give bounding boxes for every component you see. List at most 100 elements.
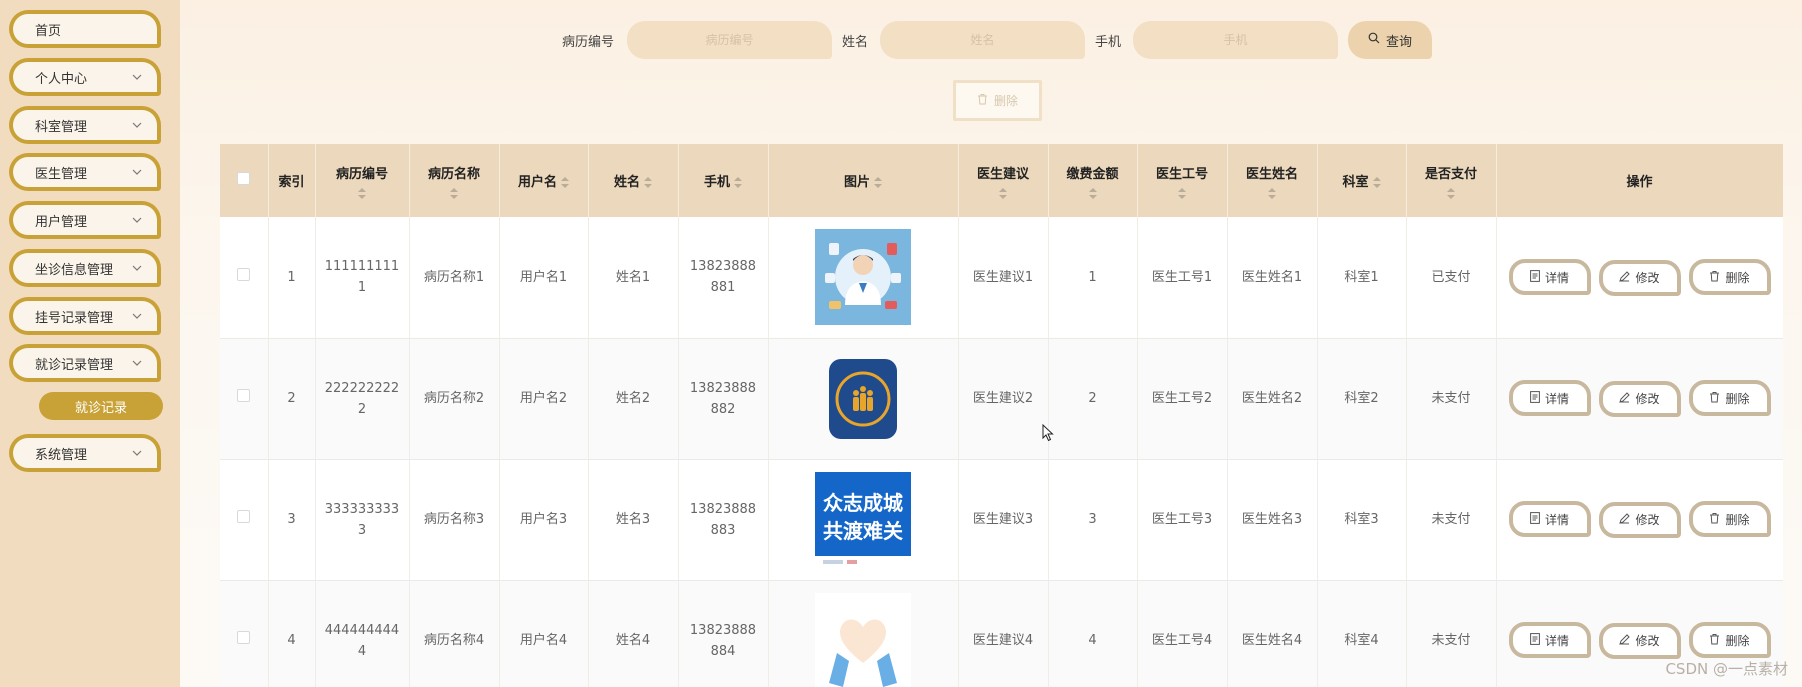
sort-icon[interactable] xyxy=(561,177,569,188)
header-record-no[interactable]: 病历编号 xyxy=(315,144,410,217)
menu-item-label: 挂号记录管理 xyxy=(35,310,114,326)
menu-item-visit-record-management[interactable]: 就诊记录管理 xyxy=(9,344,161,382)
row-checkbox[interactable] xyxy=(237,510,251,523)
edit-button[interactable]: 修改 xyxy=(1598,380,1681,417)
sidebar: 首页 个人中心 科室管理 医生管理 用户管理 坐诊信息管理 挂号记录管理 就诊记… xyxy=(0,0,180,687)
doctor-id-cell: 医生工号3 xyxy=(1137,459,1228,581)
menu-item-department-management[interactable]: 科室管理 xyxy=(9,106,161,144)
edit-button[interactable]: 修改 xyxy=(1598,622,1681,659)
advice-cell: 医生建议2 xyxy=(958,338,1049,460)
doctor-name-cell: 医生姓名3 xyxy=(1227,459,1318,581)
sort-icon[interactable] xyxy=(1088,187,1097,199)
sort-icon[interactable] xyxy=(644,177,652,188)
name-input[interactable] xyxy=(880,21,1085,59)
phone-line: 13823888 xyxy=(689,622,757,638)
chevron-down-icon xyxy=(131,310,143,322)
header-record-name[interactable]: 病历名称 xyxy=(409,144,500,217)
phone-input[interactable] xyxy=(1133,21,1338,59)
phone-line: 881 xyxy=(710,280,736,296)
select-cell[interactable] xyxy=(220,217,269,339)
sort-icon[interactable] xyxy=(1372,177,1381,188)
actions-cell: 详情 修改 删除 xyxy=(1496,217,1783,339)
sort-icon[interactable] xyxy=(1178,187,1186,199)
pencil-icon xyxy=(1619,634,1631,648)
sort-icon[interactable] xyxy=(450,187,458,199)
header-advice[interactable]: 医生建议 xyxy=(958,144,1049,217)
advice-cell: 医生建议1 xyxy=(958,217,1049,339)
watermark-text: CSDN @一点素材 xyxy=(1665,660,1788,678)
heart-hands-image[interactable] xyxy=(815,592,911,687)
header-doctor-id[interactable]: 医生工号 xyxy=(1137,144,1228,217)
edit-label: 修改 xyxy=(1635,513,1660,528)
menu-item-home[interactable]: 首页 xyxy=(9,10,161,48)
header-department[interactable]: 科室 xyxy=(1317,144,1407,217)
menu-item-doctor-management[interactable]: 医生管理 xyxy=(9,153,161,191)
select-cell[interactable] xyxy=(220,338,269,460)
image-cell xyxy=(768,580,959,687)
delete-button[interactable]: 删除 xyxy=(1688,622,1771,659)
paid-status-cell: 未支付 xyxy=(1406,459,1497,581)
menu-item-label: 个人中心 xyxy=(35,71,88,87)
header-name[interactable]: 姓名 xyxy=(588,144,679,217)
edit-label: 修改 xyxy=(1635,392,1660,407)
menu-item-system-management[interactable]: 系统管理 xyxy=(9,434,161,472)
delete-button[interactable]: 删除 xyxy=(1688,501,1771,538)
detail-button[interactable]: 详情 xyxy=(1508,259,1591,295)
doctor-illustration-image[interactable] xyxy=(815,229,911,326)
row-checkbox[interactable] xyxy=(237,631,251,644)
menu-item-registration-record-management[interactable]: 挂号记录管理 xyxy=(9,297,161,335)
delete-button[interactable]: 删除 xyxy=(1688,380,1771,417)
sort-icon[interactable] xyxy=(358,187,366,199)
select-cell[interactable] xyxy=(220,459,269,581)
chevron-down-icon xyxy=(131,71,143,83)
menu-item-label: 首页 xyxy=(35,23,62,39)
select-all-cell[interactable] xyxy=(220,144,269,217)
actions-cell: 详情 修改 删除 xyxy=(1496,459,1783,581)
pencil-icon xyxy=(1619,270,1631,285)
menu-item-clinic-schedule-management[interactable]: 坐诊信息管理 xyxy=(9,249,161,287)
detail-button[interactable]: 详情 xyxy=(1508,622,1591,659)
delete-label: 删除 xyxy=(1725,270,1750,285)
amount-cell: 2 xyxy=(1048,338,1138,460)
query-button[interactable]: 查询 xyxy=(1348,21,1432,59)
header-image[interactable]: 图片 xyxy=(768,144,959,217)
detail-button[interactable]: 详情 xyxy=(1508,380,1591,417)
sub-item-visit-records[interactable]: 就诊记录 xyxy=(39,392,163,420)
menu-item-personal-center[interactable]: 个人中心 xyxy=(9,58,161,96)
header-amount[interactable]: 缴费金额 xyxy=(1048,144,1138,217)
edit-button[interactable]: 修改 xyxy=(1598,501,1681,538)
medical-team-app-image[interactable] xyxy=(815,351,911,447)
name-cell: 姓名3 xyxy=(588,459,679,581)
menu-item-user-management[interactable]: 用户管理 xyxy=(9,201,161,239)
bulk-delete-button[interactable]: 删除 xyxy=(953,80,1042,121)
sort-icon[interactable] xyxy=(734,177,742,188)
header-doctor-name[interactable]: 医生姓名 xyxy=(1227,144,1318,217)
record-name-cell: 病历名称4 xyxy=(409,580,500,687)
edit-button[interactable]: 修改 xyxy=(1598,259,1681,296)
sort-icon[interactable] xyxy=(1268,187,1276,199)
row-checkbox[interactable] xyxy=(237,267,251,281)
detail-label: 详情 xyxy=(1544,270,1569,285)
department-cell: 科室1 xyxy=(1317,217,1407,339)
row-checkbox[interactable] xyxy=(237,389,251,402)
doctor-name-cell: 医生姓名4 xyxy=(1227,580,1318,687)
record-no-input[interactable] xyxy=(627,21,832,59)
sort-icon[interactable] xyxy=(999,187,1007,199)
header-paid[interactable]: 是否支付 xyxy=(1406,144,1497,217)
record-no-cell: 444444444 4 xyxy=(315,580,410,687)
select-all-checkbox[interactable] xyxy=(237,172,251,185)
header-username[interactable]: 用户名 xyxy=(499,144,589,217)
delete-button[interactable]: 删除 xyxy=(1688,259,1771,295)
name-cell: 姓名1 xyxy=(588,217,679,339)
record-no-line: 4 xyxy=(357,643,367,659)
sort-icon[interactable] xyxy=(1447,187,1455,199)
amount-cell: 3 xyxy=(1048,459,1138,581)
main-content: 病历编号 姓名 手机 查询 删除 索引 病历编号 xyxy=(180,0,1802,687)
sort-icon[interactable] xyxy=(874,177,882,188)
detail-button[interactable]: 详情 xyxy=(1508,501,1591,538)
record-no-cell: 111111111 1 xyxy=(315,217,410,339)
header-phone[interactable]: 手机 xyxy=(678,144,769,217)
select-cell[interactable] xyxy=(220,580,269,687)
solidarity-poster-image[interactable]: 众志成城 共渡难关 xyxy=(815,471,911,568)
record-name-cell: 病历名称2 xyxy=(409,338,500,460)
